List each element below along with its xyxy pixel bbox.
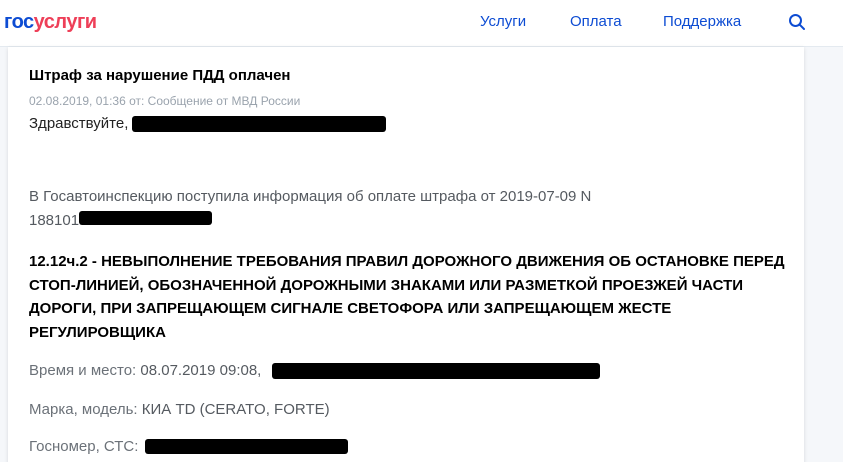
- redaction-payment-number: [79, 211, 212, 225]
- field-plate: Госномер, СТС:: [29, 437, 138, 457]
- brand-model-value: КИА TD (CERATO, FORTE): [141, 401, 330, 418]
- nav-services[interactable]: Услуги: [480, 12, 526, 32]
- redaction-plate: [145, 439, 348, 454]
- redaction-name: [132, 116, 386, 132]
- field-brand-model: Марка, модель: КИА TD (CERATO, FORTE): [29, 400, 330, 420]
- logo-text-gos: гос: [4, 11, 34, 33]
- redaction-place: [272, 363, 600, 379]
- message-meta: 02.08.2019, 01:36 от: Сообщение от МВД Р…: [29, 94, 301, 108]
- nav-support[interactable]: Поддержка: [663, 12, 741, 32]
- payment-info-text: В Госавтоинспекцию поступила информация …: [29, 188, 592, 205]
- time-place-label: Время и место:: [29, 362, 137, 379]
- violation-description: 12.12ч.2 - НЕВЫПОЛНЕНИЕ ТРЕБОВАНИЯ ПРАВИ…: [29, 253, 785, 341]
- gosuslugi-logo[interactable]: госуслуги: [4, 10, 97, 34]
- top-header: госуслуги Услуги Оплата Поддержка: [0, 0, 843, 47]
- logo-text-uslugi: услуги: [33, 11, 97, 33]
- plate-label: Госномер, СТС:: [29, 438, 139, 455]
- field-time-place: Время и место: 08.07.2019 09:08,: [29, 361, 261, 381]
- message-title: Штраф за нарушение ПДД оплачен: [29, 67, 291, 84]
- payment-info: В Госавтоинспекцию поступила информация …: [29, 185, 649, 233]
- payment-number: 188101: [29, 212, 80, 229]
- brand-model-label: Марка, модель:: [29, 401, 138, 418]
- time-place-value: 08.07.2019 09:08,: [140, 362, 262, 379]
- nav-payment[interactable]: Оплата: [570, 12, 622, 32]
- greeting-text: Здравствуйте,: [29, 115, 129, 132]
- search-icon[interactable]: [788, 13, 806, 31]
